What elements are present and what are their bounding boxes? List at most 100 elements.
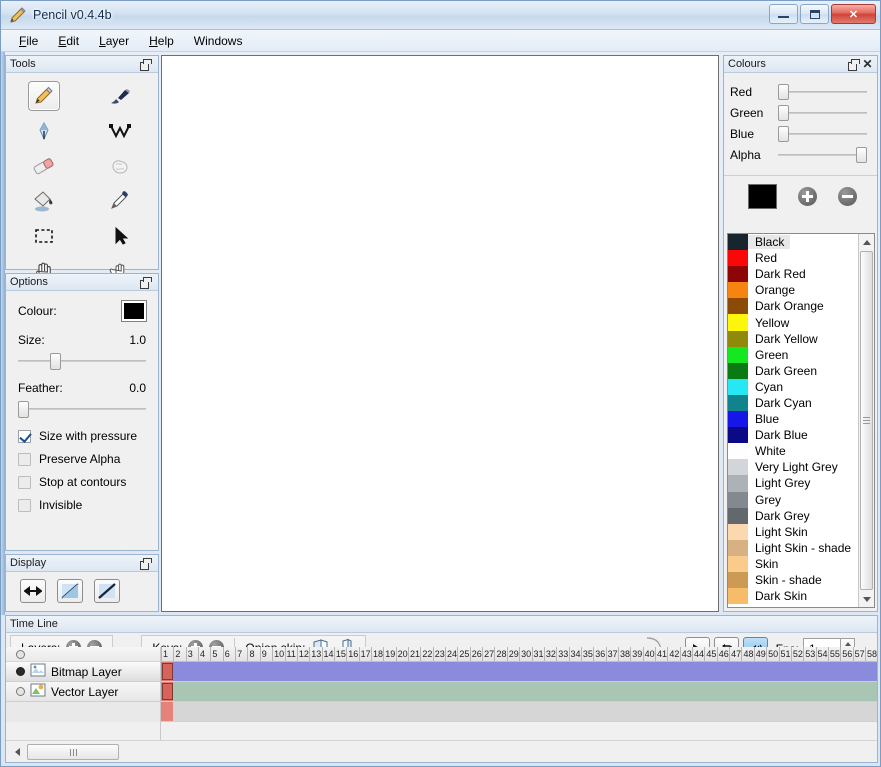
smudge-tool-button[interactable] — [104, 151, 136, 181]
colour-list-item[interactable]: Grey — [728, 491, 858, 508]
size-with-pressure-checkbox[interactable] — [18, 429, 31, 443]
frame-tick[interactable]: 16 — [346, 647, 358, 661]
timeline-horizontal-scrollbar[interactable] — [6, 740, 877, 762]
frame-tick[interactable]: 46 — [716, 647, 729, 661]
float-icon[interactable] — [140, 276, 152, 289]
frame-tick[interactable]: 49 — [753, 647, 766, 661]
frame-tick[interactable]: 22 — [420, 647, 432, 661]
red-slider[interactable] — [778, 81, 869, 102]
green-slider-thumb[interactable] — [778, 105, 789, 121]
frame-tick[interactable]: 10 — [272, 647, 284, 661]
float-icon[interactable] — [848, 58, 860, 71]
colour-swatch-button[interactable] — [121, 300, 147, 322]
colour-list-item[interactable]: Light Grey — [728, 475, 858, 492]
frame-tick[interactable]: 21 — [408, 647, 420, 661]
colour-list-item[interactable]: Yellow — [728, 314, 858, 331]
size-with-pressure-row[interactable]: Size with pressure — [18, 429, 146, 443]
frame-tick[interactable]: 37 — [605, 647, 618, 661]
frame-tick[interactable]: 1 — [161, 647, 168, 661]
frame-tick[interactable]: 55 — [827, 647, 840, 661]
menu-edit[interactable]: Edit — [49, 32, 88, 50]
track-row-bitmap[interactable] — [161, 662, 877, 682]
frame-tick[interactable]: 19 — [383, 647, 395, 661]
colour-list-item[interactable]: Green — [728, 346, 858, 363]
frame-tick[interactable]: 11 — [284, 647, 296, 661]
frame-tick[interactable]: 6 — [222, 647, 230, 661]
visibility-dot-icon[interactable] — [16, 687, 25, 696]
colour-list-item[interactable]: Light Skin — [728, 523, 858, 540]
frame-tick[interactable]: 54 — [815, 647, 828, 661]
float-icon[interactable] — [140, 58, 152, 71]
feather-slider-thumb[interactable] — [18, 401, 29, 418]
frame-tick[interactable]: 53 — [803, 647, 815, 661]
colour-list-item[interactable]: Dark Grey — [728, 507, 858, 524]
frame-tick[interactable]: 27 — [482, 647, 494, 661]
frame-tick[interactable]: 12 — [296, 647, 309, 661]
colour-list-item[interactable]: Skin — [728, 555, 858, 572]
menu-windows[interactable]: Windows — [185, 32, 252, 50]
close-button[interactable]: ✕ — [831, 4, 876, 24]
blue-slider-thumb[interactable] — [778, 126, 789, 142]
stop-at-contours-row[interactable]: Stop at contours — [18, 475, 146, 489]
frame-tick[interactable]: 15 — [333, 647, 346, 661]
colour-list-item[interactable]: Dark Yellow — [728, 330, 858, 347]
remove-colour-button[interactable] — [838, 187, 857, 206]
frame-tick[interactable]: 17 — [358, 647, 371, 661]
fps-increment-icon[interactable] — [844, 642, 851, 646]
frame-tick[interactable]: 4 — [198, 647, 205, 661]
green-slider[interactable] — [778, 102, 869, 123]
frame-tick[interactable]: 30 — [519, 647, 531, 661]
frame-tick[interactable]: 44 — [692, 647, 704, 661]
frame-tick[interactable]: 3 — [185, 647, 193, 661]
frame-tick[interactable]: 5 — [210, 647, 217, 661]
hscrollbar-thumb[interactable] — [27, 743, 119, 760]
frame-tick[interactable]: 14 — [321, 647, 334, 661]
select-tool-button[interactable] — [28, 221, 60, 251]
frame-tick[interactable]: 33 — [556, 647, 568, 661]
frame-tick[interactable]: 31 — [531, 647, 544, 661]
scroll-up-icon[interactable] — [859, 234, 875, 250]
red-slider-thumb[interactable] — [778, 84, 789, 100]
close-icon[interactable]: ✕ — [862, 58, 873, 70]
bucket-fill-tool-button[interactable] — [28, 186, 60, 216]
frame-tick[interactable]: 48 — [741, 647, 753, 661]
brush-tool-button[interactable] — [104, 81, 136, 111]
menu-layer[interactable]: Layer — [90, 32, 138, 50]
colour-list[interactable]: Black Red Dark Red Orange Dark Orange Yellow D… — [728, 234, 858, 607]
frame-tick[interactable]: 32 — [543, 647, 556, 661]
colour-list-item[interactable]: Dark Blue — [728, 427, 858, 444]
frame-tick[interactable]: 40 — [642, 647, 655, 661]
frame-tick[interactable]: 8 — [247, 647, 254, 661]
frame-tick[interactable]: 20 — [395, 647, 408, 661]
visibility-dot-icon[interactable] — [16, 667, 25, 676]
frame-tick[interactable]: 23 — [432, 647, 445, 661]
frame-tick[interactable]: 28 — [494, 647, 506, 661]
colour-list-item[interactable]: Dark Green — [728, 362, 858, 379]
alpha-slider[interactable] — [778, 144, 869, 165]
colour-list-item[interactable]: Dark Red — [728, 266, 858, 283]
pen-tool-button[interactable] — [28, 116, 60, 146]
pencil-tool-button[interactable] — [28, 81, 60, 111]
frame-tick[interactable]: 41 — [655, 647, 667, 661]
colour-list-item[interactable]: Blue — [728, 411, 858, 428]
frame-tick[interactable]: 29 — [506, 647, 519, 661]
colour-list-item[interactable]: Dark Cyan — [728, 394, 858, 412]
colour-list-item[interactable]: Black — [728, 234, 858, 251]
frame-tick[interactable]: 24 — [445, 647, 457, 661]
keyframe-cell[interactable] — [162, 663, 173, 680]
invisible-checkbox[interactable] — [18, 498, 31, 512]
eyedropper-tool-button[interactable] — [104, 186, 136, 216]
colour-list-item[interactable]: Light Skin - shade — [728, 539, 858, 556]
frame-tick[interactable]: 38 — [617, 647, 630, 661]
frame-tick[interactable]: 47 — [729, 647, 741, 661]
frame-tick[interactable]: 13 — [309, 647, 321, 661]
scroll-down-icon[interactable] — [859, 591, 875, 607]
frame-ruler[interactable]: 1 2 3 4 5 6 7 8 9 10 11 12 13 14 15 16 17 18 19 20 21 22 23 24 2… — [161, 647, 877, 662]
keyframe-cell[interactable] — [162, 683, 173, 700]
preserve-alpha-checkbox[interactable] — [18, 452, 31, 466]
size-slider-thumb[interactable] — [50, 353, 61, 370]
frame-tick[interactable]: 18 — [370, 647, 383, 661]
preserve-alpha-row[interactable]: Preserve Alpha — [18, 452, 146, 466]
frame-tick[interactable]: 50 — [766, 647, 778, 661]
frame-tick[interactable]: 2 — [173, 647, 180, 661]
